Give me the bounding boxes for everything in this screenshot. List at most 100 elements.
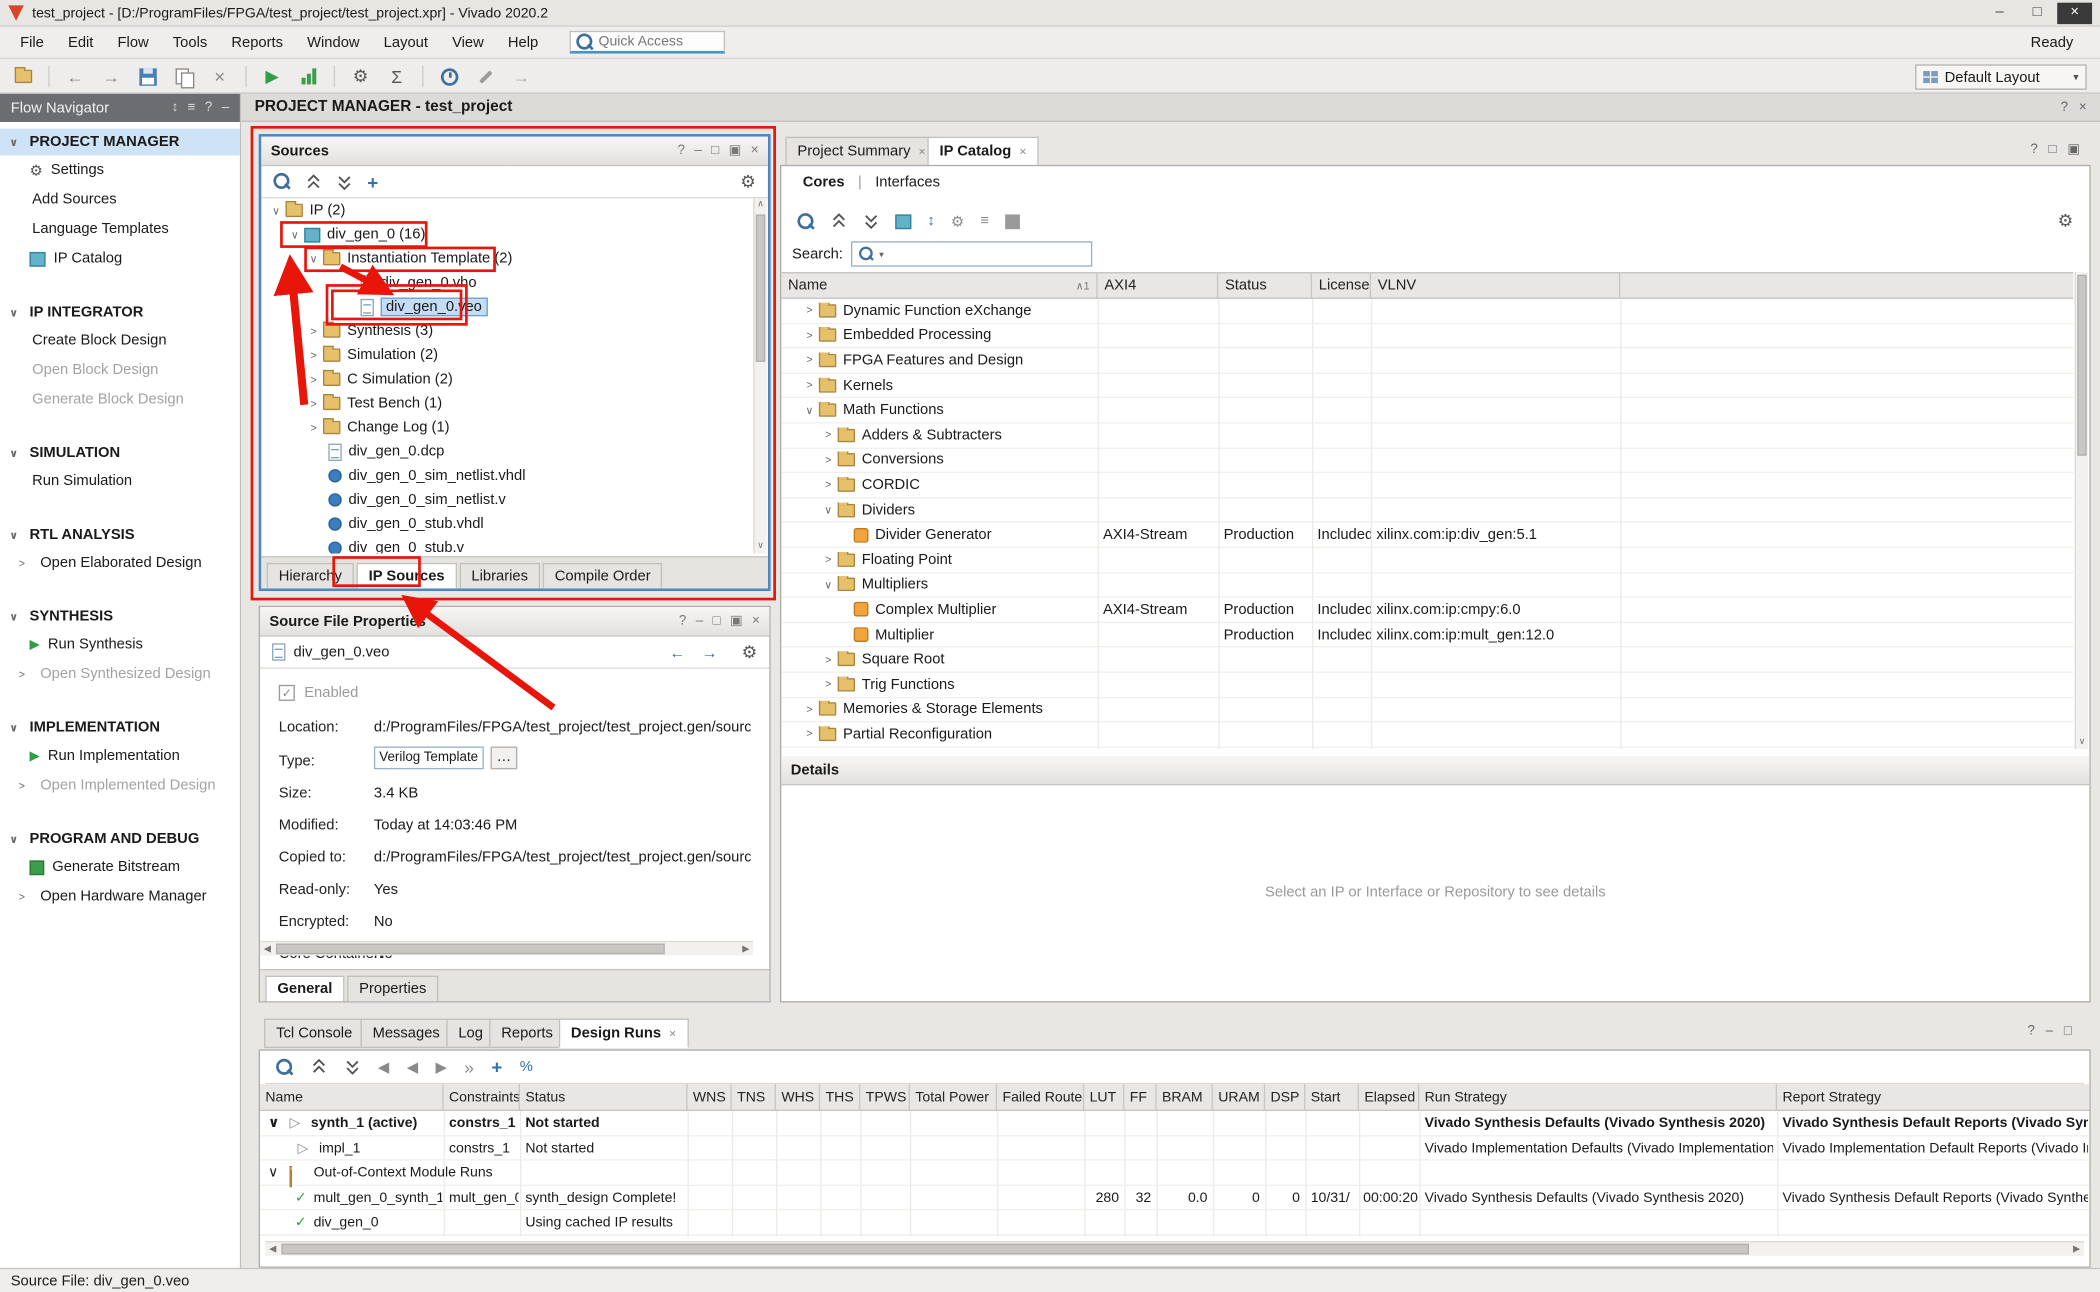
tree-node-sim-netlist-vhdl[interactable]: div_gen_0_sim_netlist.vhdl [261, 464, 752, 488]
ip-row-divider-generator[interactable]: Divider Generator AXI4-Stream Production… [781, 523, 2073, 548]
add-run-icon[interactable]: + [491, 1056, 502, 1077]
close-icon[interactable]: × [919, 145, 926, 158]
scrollbar-thumb[interactable] [281, 1244, 1749, 1255]
close-icon[interactable]: × [752, 614, 760, 629]
run-row-mult-gen-0-synth-1[interactable]: ✓ mult_gen_0_synth_1 mult_gen_0 synth_de… [260, 1186, 2089, 1211]
tab-hierarchy[interactable]: Hierarchy [267, 563, 354, 588]
window-minimize-button[interactable]: – [1982, 2, 2017, 23]
tab-reports[interactable]: Reports [489, 1019, 565, 1048]
undo-icon[interactable]: ← [60, 63, 89, 90]
tab-general[interactable]: General [265, 976, 344, 1001]
flow-steps-icon[interactable] [294, 63, 323, 90]
open-folder-icon[interactable] [8, 63, 37, 90]
ip-row-math-functions[interactable]: ∨Math Functions [781, 399, 2073, 424]
ip-row-dynamic-function-exchange[interactable]: >Dynamic Function eXchange [781, 299, 2073, 324]
help-icon[interactable]: ? [2030, 142, 2037, 157]
nav-item-generate-bitstream[interactable]: Generate Bitstream [0, 852, 240, 881]
expander-icon[interactable]: > [304, 397, 323, 409]
float-icon[interactable]: ▣ [2067, 142, 2080, 157]
minimize-icon[interactable]: – [2046, 1024, 2053, 1039]
ip-vertical-scrollbar[interactable]: ∨ [2075, 272, 2088, 749]
nav-item-open-elaborated-design[interactable]: > Open Elaborated Design [0, 548, 240, 577]
run-row-ooc-group[interactable]: ∨ Out-of-Context Module Runs [260, 1161, 2089, 1186]
collapse-all-icon[interactable] [831, 213, 847, 229]
nav-item-add-sources[interactable]: Add Sources [0, 185, 240, 214]
scroll-up-icon[interactable]: ∧ [755, 198, 767, 211]
play-icon[interactable]: ▶ [435, 1058, 446, 1075]
run-icon[interactable]: ▶ [257, 63, 286, 90]
filter-icon[interactable]: ≡ [980, 213, 989, 229]
help-icon[interactable]: ? [678, 143, 685, 158]
scroll-down-icon[interactable]: ∨ [755, 540, 767, 553]
menu-help[interactable]: Help [496, 30, 550, 54]
edit-icon[interactable] [470, 63, 499, 90]
scroll-left-icon[interactable]: ◀ [260, 942, 275, 955]
expander-icon[interactable]: > [304, 325, 323, 337]
ip-search-input[interactable]: ▾ [851, 241, 1092, 266]
ip-row-kernels[interactable]: >Kernels [781, 374, 2073, 399]
tab-tcl-console[interactable]: Tcl Console [264, 1019, 364, 1048]
layout-selector[interactable]: Default Layout ▾ [1915, 64, 2087, 89]
ip-row-dividers[interactable]: ∨Dividers [781, 498, 2073, 523]
nav-item-run-synthesis[interactable]: ▶ Run Synthesis [0, 630, 240, 659]
ip-row-multipliers[interactable]: ∨Multipliers [781, 573, 2073, 598]
maximize-icon[interactable]: □ [711, 143, 719, 158]
maximize-icon[interactable]: □ [2048, 142, 2056, 157]
expander-icon[interactable]: > [819, 454, 838, 466]
menu-view[interactable]: View [440, 30, 496, 54]
scrollbar-thumb[interactable] [756, 214, 765, 361]
menu-file[interactable]: File [8, 30, 56, 54]
scroll-right-icon[interactable]: ▶ [2069, 1242, 2084, 1255]
expander-icon[interactable]: ∨ [800, 404, 819, 416]
clock-icon[interactable] [434, 63, 463, 90]
probe-icon[interactable]: → [507, 63, 536, 90]
nav-section-synthesis[interactable]: ∨ SYNTHESIS [0, 603, 240, 630]
expander-icon[interactable]: ∨ [285, 229, 304, 241]
nav-section-project-manager[interactable]: ∨ PROJECT MANAGER [0, 129, 240, 156]
enabled-checkbox[interactable]: ✓ [279, 685, 295, 701]
ip-row-trig-functions[interactable]: >Trig Functions [781, 673, 2073, 698]
ip-row-conversions[interactable]: >Conversions [781, 448, 2073, 473]
sum-icon[interactable]: Σ [382, 63, 411, 90]
help-icon[interactable]: ? [2027, 1024, 2034, 1039]
tab-log[interactable]: Log [446, 1019, 495, 1048]
collapse-all-icon[interactable] [311, 1059, 327, 1075]
expander-icon[interactable]: ∨ [268, 1161, 278, 1186]
expand-all-icon[interactable] [336, 174, 352, 190]
gear-icon[interactable]: ⚙ [742, 641, 758, 662]
collapse-all-icon[interactable] [306, 174, 322, 190]
expander-icon[interactable]: > [800, 305, 819, 317]
maximize-icon[interactable]: □ [713, 614, 721, 629]
expander-icon[interactable]: ∨ [268, 1111, 279, 1136]
tree-node-c-simulation[interactable]: > C Simulation (2) [261, 367, 752, 391]
details-toggle-icon[interactable] [1005, 214, 1020, 229]
nav-item-ip-catalog[interactable]: IP Catalog [0, 244, 240, 273]
menu-reports[interactable]: Reports [219, 30, 295, 54]
ip-row-adders-subtracters[interactable]: >Adders & Subtracters [781, 423, 2073, 448]
expander-icon[interactable]: ∨ [819, 579, 838, 591]
menu-layout[interactable]: Layout [372, 30, 440, 54]
expander-icon[interactable]: ∨ [819, 504, 838, 516]
float-icon[interactable]: ▣ [730, 614, 743, 629]
gear-icon[interactable]: ⚙ [2058, 210, 2074, 231]
ip-row-complex-multiplier[interactable]: Complex Multiplier AXI4-Stream Productio… [781, 598, 2073, 623]
tab-ip-catalog[interactable]: IP Catalog × [927, 137, 1038, 166]
nav-section-simulation[interactable]: ∨ SIMULATION [0, 440, 240, 467]
search-icon[interactable] [276, 1058, 293, 1075]
forward-icon[interactable]: → [701, 643, 717, 662]
expander-icon[interactable]: > [800, 330, 819, 342]
back-icon[interactable]: ← [669, 643, 685, 662]
tab-messages[interactable]: Messages [361, 1019, 452, 1048]
run-row-synth-1[interactable]: ∨ ▷ synth_1 (active) constrs_1 Not start… [260, 1111, 2089, 1136]
tree-node-div-gen-0-veo[interactable]: div_gen_0.veo [261, 295, 752, 319]
column-license[interactable]: License [1312, 273, 1371, 297]
expander-icon[interactable]: > [819, 554, 838, 566]
percent-icon[interactable]: % [520, 1059, 533, 1075]
tree-node-ip[interactable]: ∨ IP (2) [261, 198, 752, 222]
ip-row-memories-storage[interactable]: >Memories & Storage Elements [781, 698, 2073, 723]
expander-icon[interactable]: > [819, 678, 838, 690]
menu-window[interactable]: Window [295, 30, 372, 54]
close-icon[interactable]: × [2079, 100, 2087, 115]
nav-section-rtl-analysis[interactable]: ∨ RTL ANALYSIS [0, 521, 240, 548]
column-vlnv[interactable]: VLNV [1371, 273, 1620, 297]
